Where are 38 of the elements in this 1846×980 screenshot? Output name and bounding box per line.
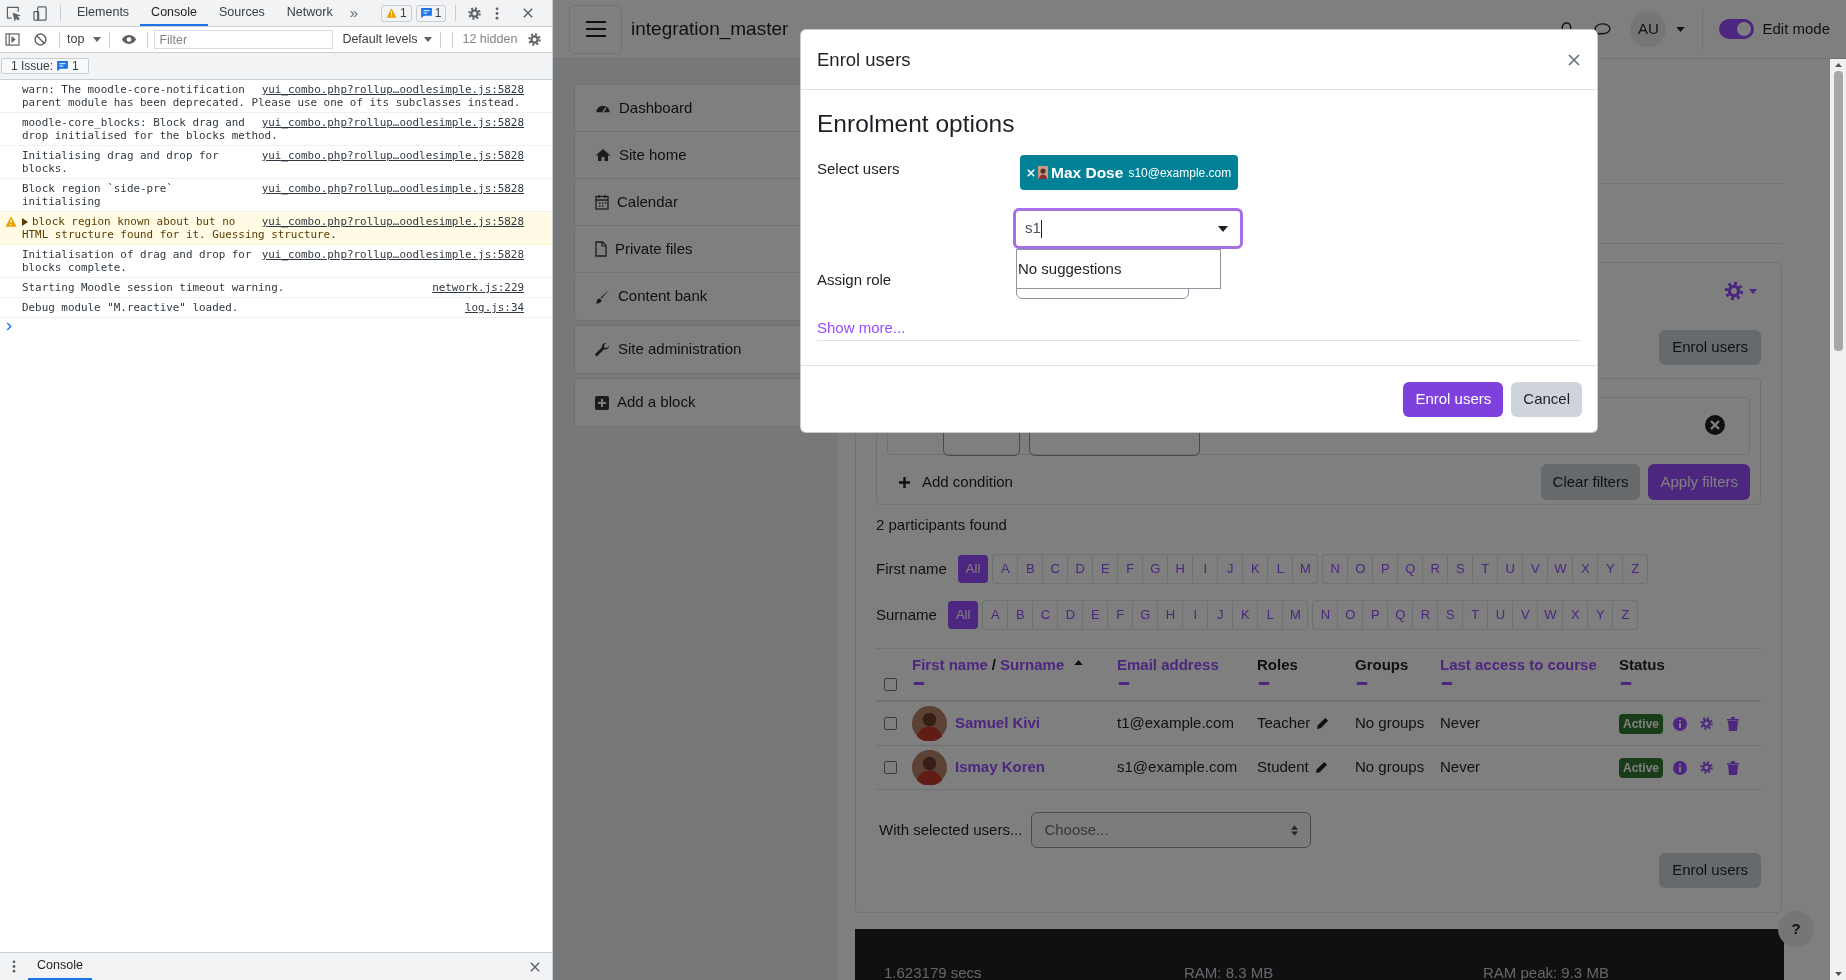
table-cell-text: Teacher xyxy=(1257,713,1311,734)
site-name: integration_master xyxy=(631,16,789,42)
console-message: blocks. xyxy=(22,162,68,175)
status-badge: Active xyxy=(1619,713,1664,734)
filter-label: Surname xyxy=(876,604,937,625)
filter-label: First name xyxy=(876,558,947,579)
table-cell-text: No groups xyxy=(1355,757,1426,778)
console-message: HTML structure found for it. Guessing structure. xyxy=(22,228,337,241)
hidden-count: 12 hidden xyxy=(462,31,518,49)
table-cell-text: s1@example.com xyxy=(1117,757,1239,778)
console-message: block region known about but no xyxy=(32,215,236,228)
table-cell-text: Student xyxy=(1257,757,1309,778)
column-header: Status xyxy=(1619,655,1665,675)
dropdown-label: With selected users... xyxy=(879,819,1023,840)
status-badge: Active xyxy=(1619,757,1664,778)
console-message: parent module has been deprecated. Please use one of its subclasses instead. xyxy=(22,96,521,109)
console-message: Block region `side-pre` xyxy=(22,182,173,195)
results-count: 2 participants found xyxy=(876,516,1008,533)
console-message: initialising xyxy=(22,195,101,208)
separator: / xyxy=(991,655,997,675)
console-message: Starting Moodle session timeout warning. xyxy=(22,281,285,294)
footer-text: RAM: 8.3 MB xyxy=(1184,966,1275,980)
console-message: Initialising drag and drop for xyxy=(22,149,219,162)
console-message: drop initialised for the blocks method. xyxy=(22,129,278,142)
toggle-label: Edit mode xyxy=(1762,18,1830,39)
table-cell-text: No groups xyxy=(1355,713,1426,734)
dialog-title: Enrol users xyxy=(817,47,911,72)
console-message: Debug module "M.reactive" loaded. xyxy=(22,301,239,314)
column-header: Roles xyxy=(1257,655,1298,675)
column-header: Groups xyxy=(1355,655,1409,675)
console-message: blocks complete. xyxy=(22,261,127,274)
console-message: warn: The moodle-core-notification xyxy=(22,83,245,96)
table-cell-text: Never xyxy=(1440,757,1481,778)
table-cell-text: t1@example.com xyxy=(1117,713,1235,734)
console-message: moodle-core_blocks: Block drag and xyxy=(22,116,245,129)
footer-text: 1.623179 secs xyxy=(884,966,983,980)
table-cell-text: Never xyxy=(1440,713,1481,734)
console-message: Initialisation of drag and drop for xyxy=(22,248,252,261)
